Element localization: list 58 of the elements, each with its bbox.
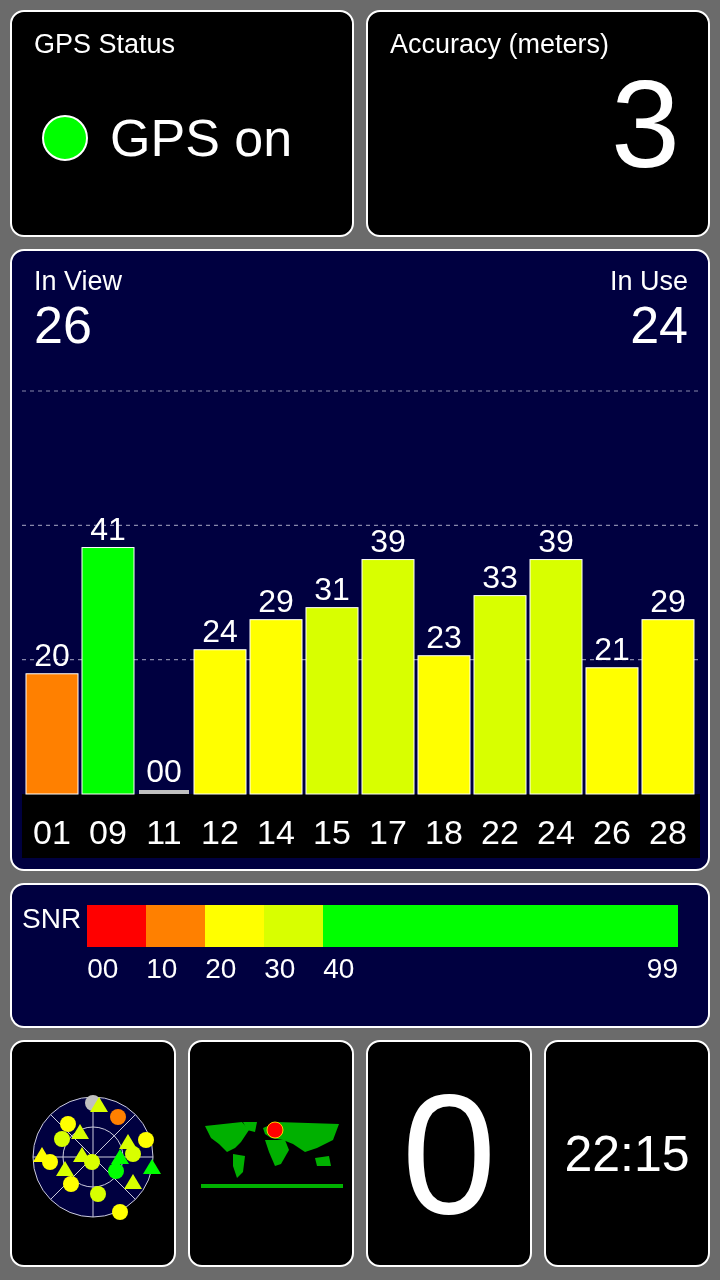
legend-label: 30 [264, 955, 297, 983]
legend-label: 00 [87, 955, 120, 983]
satellite-id: 11 [146, 813, 182, 851]
panel-title: Accuracy (meters) [390, 30, 611, 60]
satellite-marker [108, 1162, 124, 1179]
legend-label: 40 [323, 955, 356, 983]
bar-value: 21 [594, 630, 630, 667]
satellite-marker [110, 1108, 126, 1125]
bar-value: 23 [426, 618, 462, 655]
legend-label: 10 [146, 955, 179, 983]
satellite-id: 12 [201, 813, 239, 851]
bar-value: 20 [34, 636, 70, 673]
satellite-marker [56, 1160, 74, 1176]
satellite-marker [63, 1175, 79, 1192]
satellite-id: 18 [425, 813, 463, 851]
satellite-id: 22 [481, 813, 519, 851]
satellite-id: 15 [313, 813, 351, 851]
satellite-marker [143, 1158, 161, 1174]
satellite-marker [71, 1123, 89, 1139]
snr-label: SNR [22, 905, 82, 936]
accuracy-value: 3 [610, 61, 681, 186]
satellite-id: 17 [369, 813, 407, 851]
satellite-id: 24 [537, 813, 575, 851]
satellite-marker [60, 1115, 76, 1132]
panel-title: GPS Status [34, 30, 177, 60]
bar-value: 33 [482, 558, 518, 595]
zero-signal-line [139, 790, 189, 794]
satellite-id: 26 [593, 813, 631, 851]
satellite-marker [90, 1096, 108, 1112]
status-text: GPS on [110, 112, 293, 165]
bar-value: 39 [538, 522, 574, 559]
satellite-marker [112, 1203, 128, 1220]
bar-value: 31 [314, 570, 350, 607]
bar-value: 29 [258, 582, 294, 619]
bar-value: 24 [202, 612, 238, 649]
bar-value: 41 [90, 510, 126, 547]
satellite-marker [90, 1185, 106, 1202]
in-use-label: In Use [609, 267, 688, 297]
clock-time: 22:15 [564, 1128, 690, 1179]
satellite-marker [111, 1148, 129, 1164]
satellite-marker [138, 1131, 154, 1148]
bar-value: 00 [146, 753, 182, 789]
satellite-marker [54, 1130, 70, 1147]
in-use-count: 24 [629, 298, 688, 351]
legend-label: 99 [646, 955, 678, 983]
satellite-marker [124, 1173, 142, 1189]
in-view-label: In View [34, 267, 123, 297]
legend-label: 20 [205, 955, 238, 983]
bar-value: 29 [650, 582, 686, 619]
satellite-marker [73, 1146, 91, 1162]
satellite-id: 09 [89, 813, 127, 851]
counter-value: 0 [401, 1068, 497, 1239]
bar-value: 39 [370, 522, 406, 559]
satellite-id: 28 [649, 813, 687, 851]
satellite-marker [119, 1133, 137, 1149]
satellite-id: 14 [257, 813, 295, 851]
satellite-id: 01 [33, 813, 71, 851]
in-view-count: 26 [34, 298, 93, 351]
